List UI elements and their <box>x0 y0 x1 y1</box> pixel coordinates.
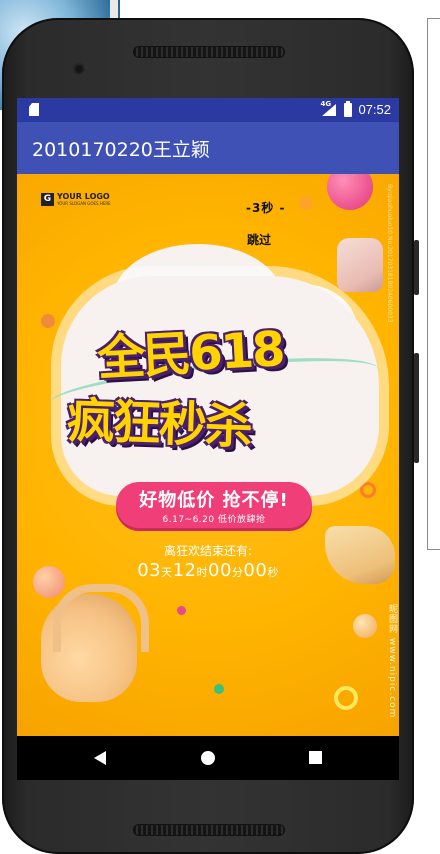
status-icons: 4G 07:52 <box>320 100 391 118</box>
countdown-days: 03 <box>137 560 162 581</box>
site-watermark: 昵图网 www.nipic.com <box>387 604 397 719</box>
headline-line2: 疯狂秒杀 <box>65 392 252 456</box>
headline-line1: 全民618 <box>95 321 285 387</box>
front-camera <box>75 65 83 73</box>
promo-date-text: 6.17~6.20 低价放肆抢 <box>162 515 266 525</box>
decor-ball <box>353 614 377 638</box>
countdown-minutes: 00 <box>208 560 232 581</box>
decor-ring <box>360 482 376 498</box>
days-unit: 天 <box>161 566 173 579</box>
headphones-illustration <box>41 584 149 702</box>
decor-ball <box>327 174 373 210</box>
desktop-strip <box>110 0 118 20</box>
status-time: 07:52 <box>358 102 391 117</box>
minutes-unit: 分 <box>231 566 244 579</box>
decor-ball <box>177 606 186 615</box>
app-toolbar: 2010170220王立颖 <box>17 122 399 174</box>
hours-unit: 时 <box>196 566 208 579</box>
countdown-text: -3秒 - <box>246 201 286 215</box>
phone-screen: 4G 07:52 2010170220王立颖 G YOUR LOGO YOUR … <box>17 98 399 780</box>
brand-logo: G YOUR LOGO YOUR SLOGAN GOES HERE <box>41 193 111 206</box>
countdown-seconds: 00 <box>243 560 268 581</box>
power-button[interactable] <box>414 240 419 295</box>
image-id-watermark: By:qiaohuoluo10 No:20170318180240600033 <box>386 184 393 323</box>
signal-icon: 4G <box>320 100 338 117</box>
logo-text: YOUR LOGO <box>57 192 110 201</box>
bottom-speaker <box>133 824 285 836</box>
top-speaker <box>133 46 285 58</box>
logo-mark: G <box>41 193 54 206</box>
home-icon[interactable] <box>201 751 215 765</box>
decor-ball <box>299 196 313 210</box>
navigation-bar <box>17 736 399 780</box>
countdown-hours: 12 <box>172 560 197 581</box>
battery-icon <box>344 100 353 117</box>
skip-button[interactable]: 跳过 <box>247 231 271 248</box>
seconds-unit: 秒 <box>267 566 279 579</box>
status-bar: 4G 07:52 <box>17 98 399 122</box>
decor-ring <box>334 686 358 710</box>
decor-ball <box>41 314 55 328</box>
splash-ad-image[interactable]: G YOUR LOGO YOUR SLOGAN GOES HERE -3秒 - … <box>17 174 399 736</box>
logo-slogan: YOUR SLOGAN GOES HERE <box>57 201 111 206</box>
promo-main-text: 好物低价 抢不停! <box>139 490 289 511</box>
back-icon[interactable] <box>94 751 106 765</box>
emulator-window: 4G 07:52 2010170220王立颖 G YOUR LOGO YOUR … <box>0 0 440 854</box>
recents-icon[interactable] <box>309 751 322 764</box>
decor-ball <box>214 684 224 694</box>
sd-card-icon <box>29 103 39 116</box>
handbag-illustration <box>337 238 383 292</box>
volume-button[interactable] <box>414 353 419 463</box>
app-title: 2010170220王立颖 <box>32 139 210 161</box>
side-panel <box>427 18 440 550</box>
promo-pill: 好物低价 抢不停! 6.17~6.20 低价放肆抢 <box>116 482 312 528</box>
